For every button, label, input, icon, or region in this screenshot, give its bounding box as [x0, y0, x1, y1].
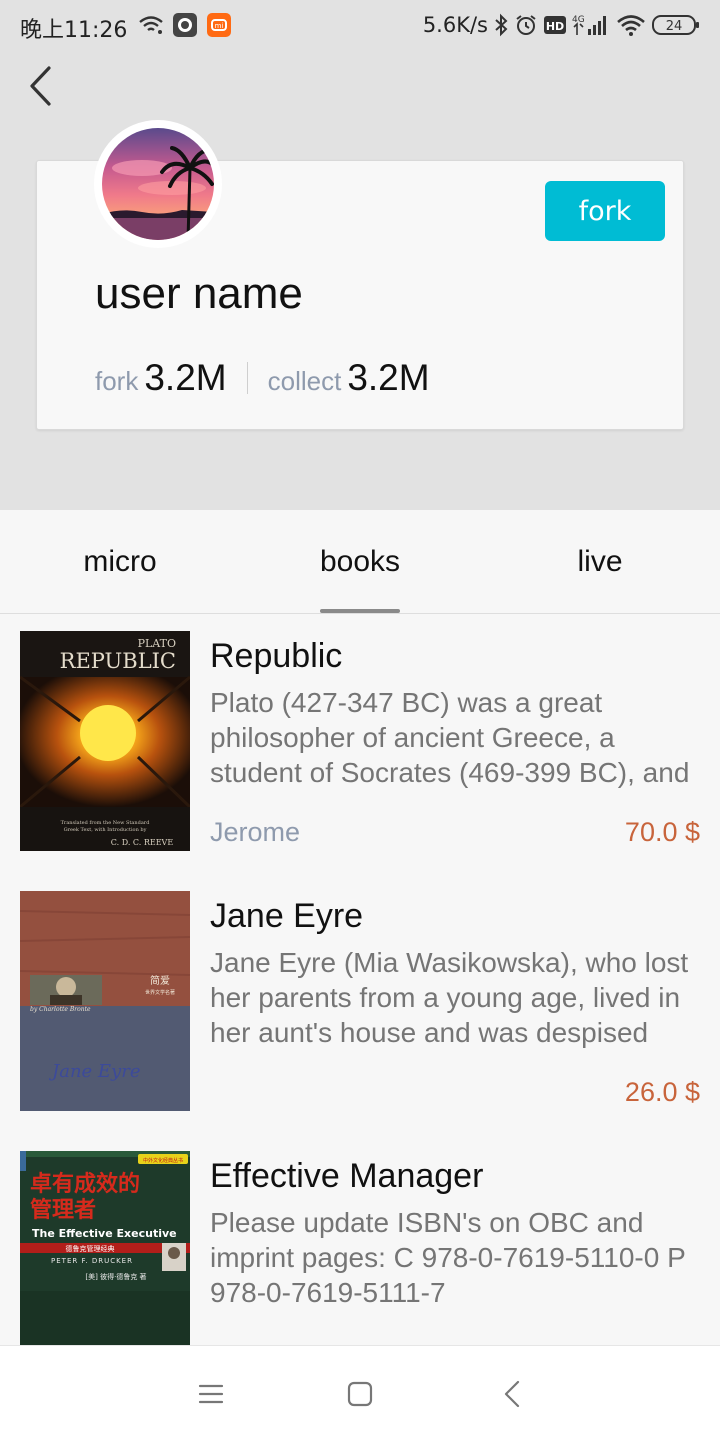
- book-cover-effective-manager: 中外文化经典丛书 卓有成效的 管理者 The Effective Executi…: [20, 1151, 190, 1345]
- book-price: 26.0 $: [624, 1077, 700, 1107]
- status-left-icons: mi: [138, 12, 232, 38]
- wifi-icon: [616, 14, 646, 36]
- fork-stat-label: fork: [95, 366, 139, 396]
- book-title: Effective Manager: [210, 1157, 484, 1195]
- fork-button[interactable]: fork: [545, 181, 665, 241]
- home-button[interactable]: [332, 1366, 388, 1422]
- svg-text:mi: mi: [215, 22, 224, 30]
- svg-text:简爱: 简爱: [150, 974, 170, 987]
- book-item-republic[interactable]: PLATO REPUBLIC Translated from the New S…: [0, 615, 720, 875]
- back-triangle-icon: [504, 1380, 520, 1408]
- book-cover-republic: PLATO REPUBLIC Translated from the New S…: [20, 631, 190, 851]
- profile-stats: fork 3.2M collect 3.2M: [95, 357, 430, 399]
- system-nav-bar: [0, 1345, 720, 1440]
- collect-stat-value: 3.2M: [347, 357, 430, 398]
- book-price: 70.0 $: [624, 817, 700, 847]
- svg-text:德鲁克管理经典: 德鲁克管理经典: [66, 1244, 115, 1253]
- book-list[interactable]: PLATO REPUBLIC Translated from the New S…: [0, 615, 720, 1345]
- svg-text:中外文化经典丛书: 中外文化经典丛书: [143, 1157, 183, 1164]
- book-title: Republic: [210, 637, 343, 675]
- svg-text:REPUBLIC: REPUBLIC: [60, 649, 176, 673]
- book-description: Jane Eyre (Mia Wasikowska), who lost her…: [210, 947, 689, 1048]
- app-record-icon: [172, 12, 198, 38]
- svg-text:PETER F. DRUCKER: PETER F. DRUCKER: [51, 1257, 133, 1265]
- svg-text:[美] 彼得·德鲁克 著: [美] 彼得·德鲁克 著: [85, 1272, 146, 1281]
- system-back-button[interactable]: [484, 1366, 540, 1422]
- back-button[interactable]: [20, 62, 60, 110]
- book-description: Plato (427-347 BC) was a great philosoph…: [210, 687, 690, 788]
- svg-text:管理者: 管理者: [30, 1197, 96, 1223]
- svg-text:4G: 4G: [572, 15, 585, 25]
- svg-text:C. D. C. REEVE: C. D. C. REEVE: [111, 838, 174, 847]
- book-item-effective-manager[interactable]: 中外文化经典丛书 卓有成效的 管理者 The Effective Executi…: [0, 1135, 720, 1345]
- alarm-icon: [514, 13, 538, 37]
- status-time: 晚上11:26: [20, 18, 128, 43]
- avatar-sunset-image: [102, 128, 214, 240]
- svg-text:24: 24: [666, 19, 683, 34]
- active-tab-indicator: [320, 609, 400, 613]
- svg-text:Greek Text, with Introduction: Greek Text, with Introduction by: [64, 827, 147, 833]
- stat-divider: [246, 362, 248, 394]
- profile-header: 晚上11:26 mi 5.6K/s HD 4G 24 fork user nam…: [0, 0, 720, 510]
- status-bar: 晚上11:26 mi 5.6K/s HD 4G 24: [0, 0, 720, 50]
- svg-text:Jane Eyre: Jane Eyre: [48, 1061, 140, 1082]
- mi-app-icon: mi: [206, 12, 232, 38]
- tab-books[interactable]: books: [240, 510, 480, 614]
- book-author[interactable]: Jerome: [210, 817, 300, 848]
- tab-micro[interactable]: micro: [0, 510, 240, 614]
- wifi-icon: [138, 15, 164, 35]
- book-title: Jane Eyre: [210, 897, 364, 935]
- chevron-left-icon: [30, 66, 51, 106]
- collect-stat-label: collect: [267, 366, 342, 396]
- user-name: user name: [95, 269, 303, 318]
- svg-text:The Effective Executive: The Effective Executive: [32, 1227, 177, 1240]
- recent-apps-button[interactable]: [183, 1366, 239, 1422]
- signal-icon: 4G: [572, 13, 610, 37]
- svg-text:世界文学名著: 世界文学名著: [145, 989, 175, 996]
- bluetooth-icon: [494, 13, 508, 37]
- svg-text:Translated from the New Standa: Translated from the New Standard: [61, 820, 151, 826]
- tab-live[interactable]: live: [480, 510, 720, 614]
- svg-text:卓有成效的: 卓有成效的: [30, 1171, 140, 1197]
- menu-icon: [198, 1384, 224, 1404]
- avatar[interactable]: [94, 120, 222, 248]
- book-item-jane-eyre[interactable]: 简爱 世界文学名著 by Charlotte Bronte Jane Eyre …: [0, 875, 720, 1135]
- hd-icon: HD: [544, 15, 566, 35]
- book-cover-jane-eyre: 简爱 世界文学名著 by Charlotte Bronte Jane Eyre: [20, 891, 190, 1111]
- network-speed: 5.6K/s: [422, 13, 488, 37]
- home-square-icon: [347, 1381, 373, 1407]
- svg-text:HD: HD: [546, 20, 564, 33]
- battery-icon: 24: [652, 13, 700, 37]
- status-right-icons: 5.6K/s HD 4G 24: [423, 12, 700, 38]
- book-description: Please update ISBN's on OBC and imprint …: [210, 1207, 686, 1308]
- fork-stat-value: 3.2M: [144, 357, 227, 398]
- svg-text:by Charlotte Bronte: by Charlotte Bronte: [30, 1006, 91, 1013]
- content-tabs: micro books live: [0, 510, 720, 614]
